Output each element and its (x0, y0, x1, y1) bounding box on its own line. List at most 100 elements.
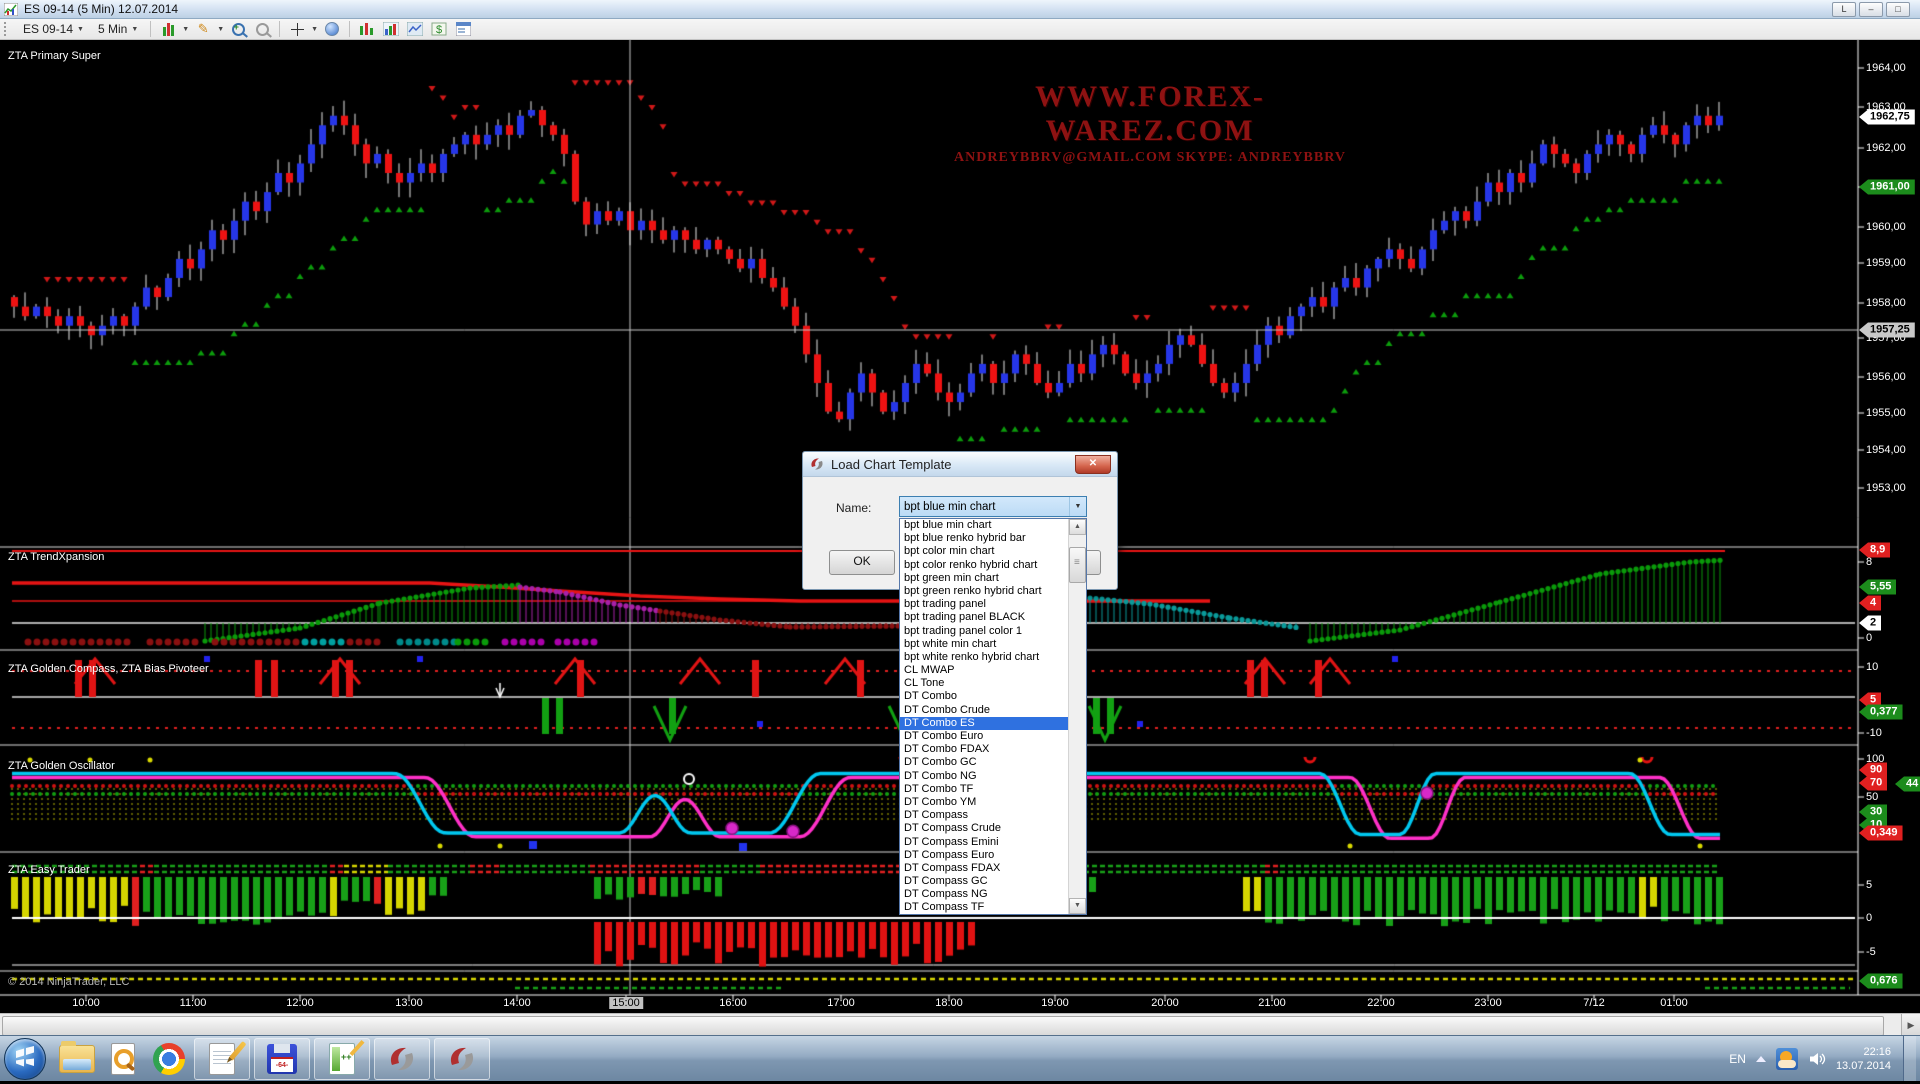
snapshot-button[interactable] (322, 20, 342, 38)
chevron-down-icon[interactable]: ▼ (217, 26, 224, 33)
scroll-down-icon[interactable]: ▼ (1069, 898, 1086, 914)
template-list-item[interactable]: DT Compass Euro (900, 849, 1068, 862)
system-tray: EN 22:16 13.07.2014 (1729, 1036, 1920, 1081)
maximize-button[interactable]: □ (1886, 2, 1910, 17)
taskbar-search[interactable] (101, 1039, 145, 1079)
chrome-icon (153, 1043, 185, 1075)
chevron-down-icon[interactable]: ▼ (311, 26, 318, 33)
template-list-item[interactable]: bpt blue renko hybrid bar (900, 532, 1068, 545)
watermark: WWW.FOREX-WAREZ.COM ANDREYBBRV@GMAIL.COM… (940, 80, 1360, 166)
zoom-in-icon: + (232, 23, 245, 36)
template-list-item[interactable]: CL Tone (900, 677, 1068, 690)
template-list-item[interactable]: bpt white min chart (900, 638, 1068, 651)
minimize-button[interactable]: – (1859, 2, 1883, 17)
close-icon[interactable]: ✕ (1075, 455, 1111, 474)
template-list-item[interactable]: DT Compass Crude (900, 822, 1068, 835)
panel-label: ZTA Primary Super (8, 50, 101, 62)
time-axis-label: 21:00 (1258, 997, 1286, 1009)
taskbar-script-editor[interactable]: ++ (314, 1038, 370, 1080)
axis-price-tag: 1962,75 (1859, 110, 1915, 125)
window-panel-icon (456, 22, 471, 36)
template-list-item[interactable]: DT Combo Crude (900, 704, 1068, 717)
template-name-combobox[interactable]: bpt blue min chart ▼ (899, 496, 1087, 517)
template-list-item[interactable]: bpt white renko hybrid chart (900, 651, 1068, 664)
template-list-item[interactable]: DT Combo YM (900, 796, 1068, 809)
time-axis-label: 19:00 (1041, 997, 1069, 1009)
axis-tick-label: 1958,00 (1866, 297, 1906, 309)
template-list-item[interactable]: bpt trading panel (900, 598, 1068, 611)
template-list-item[interactable]: DT Compass (900, 809, 1068, 822)
panel-properties-button[interactable] (453, 20, 473, 38)
template-list-item[interactable]: DT Compass TF (900, 901, 1068, 914)
combobox-arrow-icon[interactable]: ▼ (1069, 497, 1086, 516)
taskbar-ninjatrader-1[interactable] (374, 1038, 430, 1080)
scroll-right-icon[interactable]: ▶ (1901, 1014, 1920, 1036)
data-series-button[interactable] (357, 20, 377, 38)
dialog-title: Load Chart Template (831, 457, 951, 472)
template-list-item[interactable]: bpt trading panel BLACK (900, 611, 1068, 624)
scroll-up-icon[interactable]: ▲ (1069, 519, 1086, 535)
template-list-item[interactable]: DT Combo GC (900, 756, 1068, 769)
weather-tray-icon[interactable] (1776, 1048, 1798, 1070)
ninjatrader-icon (809, 456, 825, 472)
template-list-item[interactable]: bpt color renko hybrid chart (900, 559, 1068, 572)
watermark-line1: WWW.FOREX-WAREZ.COM (940, 80, 1360, 148)
link-button[interactable]: L (1832, 2, 1856, 17)
template-list-item[interactable]: DT Combo FDAX (900, 743, 1068, 756)
zoom-in-button[interactable]: + (228, 20, 248, 38)
template-list-item[interactable]: bpt trading panel color 1 (900, 625, 1068, 638)
ok-button[interactable]: OK (829, 550, 895, 575)
toolbar-separator (150, 21, 151, 37)
template-list-item[interactable]: bpt blue min chart (900, 519, 1068, 532)
horizontal-scrollbar[interactable]: ▶ (0, 1013, 1920, 1036)
panel-label: ZTA TrendXpansion (8, 551, 104, 563)
account-button[interactable]: $ (429, 20, 449, 38)
clock[interactable]: 22:16 13.07.2014 (1836, 1045, 1891, 1073)
scrollbar-thumb[interactable] (1069, 547, 1086, 583)
ninjatrader-icon (386, 1043, 418, 1075)
template-list-item[interactable]: DT Compass Emini (900, 836, 1068, 849)
template-list-item[interactable]: DT Combo (900, 690, 1068, 703)
template-list-item[interactable]: CL MWAP (900, 664, 1068, 677)
start-button[interactable] (4, 1038, 46, 1080)
axis-tick-label: 1960,00 (1866, 221, 1906, 233)
template-list-item[interactable]: bpt green renko hybrid chart (900, 585, 1068, 598)
hscroll-thumb[interactable] (2, 1016, 1884, 1036)
zoom-out-button[interactable] (252, 20, 272, 38)
template-list-item[interactable]: bpt green min chart (900, 572, 1068, 585)
language-indicator[interactable]: EN (1729, 1052, 1746, 1066)
show-desktop-button[interactable] (1903, 1036, 1916, 1081)
drawing-tools-button[interactable]: ✎ (193, 20, 213, 38)
axis-tick-label: 1959,00 (1866, 257, 1906, 269)
load-chart-template-dialog: Load Chart Template ✕ Name: bpt blue min… (802, 451, 1118, 590)
indicators-button[interactable] (381, 20, 401, 38)
template-list-item[interactable]: bpt color min chart (900, 545, 1068, 558)
taskbar-notepad[interactable] (194, 1038, 250, 1080)
chevron-down-icon[interactable]: ▼ (182, 26, 189, 33)
template-list-item[interactable]: DT Combo Euro (900, 730, 1068, 743)
dollar-icon: $ (431, 22, 447, 36)
template-list-item[interactable]: DT Combo TF (900, 783, 1068, 796)
taskbar-explorer[interactable] (55, 1039, 99, 1079)
taskbar-ninjatrader-2[interactable] (434, 1038, 490, 1080)
crosshair-button[interactable] (287, 20, 307, 38)
chevron-down-icon: ▼ (131, 26, 138, 33)
tray-expand-icon[interactable] (1756, 1056, 1766, 1062)
instrument-label: ES 09-14 (23, 22, 73, 36)
instrument-selector[interactable]: ES 09-14 ▼ (18, 20, 89, 38)
market-analyzer-button[interactable] (405, 20, 425, 38)
list-scrollbar[interactable]: ▲ ▼ (1068, 519, 1086, 914)
template-list-item[interactable]: DT Combo ES (900, 717, 1068, 730)
taskbar-chrome[interactable] (147, 1039, 191, 1079)
taskbar-save-app[interactable]: -64- (254, 1038, 310, 1080)
chart-style-button[interactable] (158, 20, 178, 38)
speaker-icon[interactable] (1808, 1051, 1826, 1067)
template-list-item[interactable]: DT Compass GC (900, 875, 1068, 888)
search-icon (111, 1043, 135, 1075)
template-list-item[interactable]: DT Compass FDAX (900, 862, 1068, 875)
template-list-item[interactable]: DT Compass NG (900, 888, 1068, 901)
template-list-item[interactable]: DT Combo NG (900, 770, 1068, 783)
floppy-disk-icon: -64- (267, 1044, 297, 1074)
chart-window-icon (4, 3, 18, 16)
interval-selector[interactable]: 5 Min ▼ (93, 20, 143, 38)
